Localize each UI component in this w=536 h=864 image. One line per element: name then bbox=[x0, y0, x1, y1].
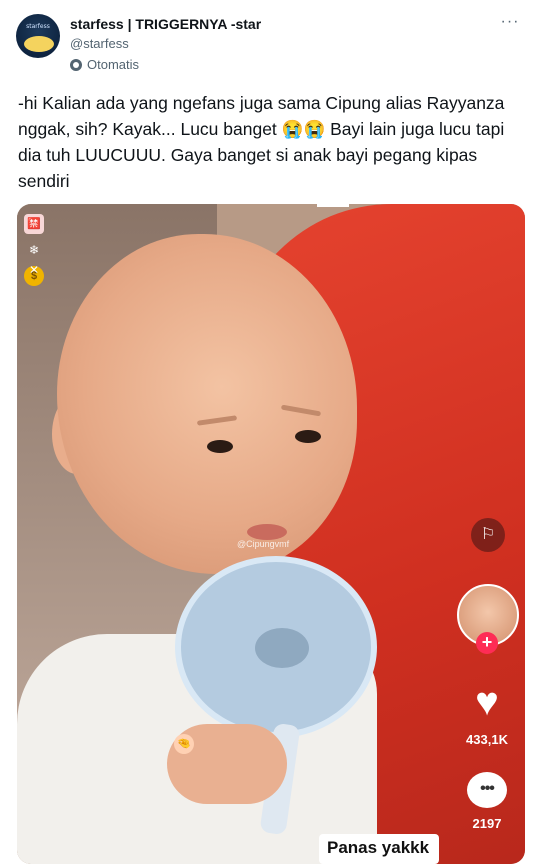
tweet-text: -hi Kalian ada yang ngefans juga sama Ci… bbox=[18, 93, 510, 191]
moon-icon bbox=[24, 36, 54, 52]
flag-icon[interactable]: ⚐ bbox=[471, 518, 505, 552]
auto-translate-icon bbox=[70, 58, 82, 71]
audience-indicator: Otomatis bbox=[70, 57, 139, 72]
tweet-media-video[interactable]: @Cipungvmf 🈲 ❄ ✕ 🤏 $ ⚐ + ♥ 433,1K ••• 21… bbox=[17, 204, 525, 864]
comment-count: 2197 bbox=[472, 816, 502, 831]
heart-icon[interactable]: ♥ bbox=[467, 682, 507, 722]
progress-indicator bbox=[317, 204, 349, 207]
user-handle[interactable]: @starfess bbox=[70, 36, 129, 51]
tweet-header: starfess starfess | TRIGGERNYA -star @st… bbox=[0, 0, 536, 80]
fan-center bbox=[255, 628, 309, 668]
video-watermark: @Cipungvmf bbox=[237, 539, 290, 549]
like-count: 433,1K bbox=[466, 732, 508, 747]
baby-eye-right bbox=[295, 430, 321, 443]
left-sticker-column: 🈲 ❄ ✕ 🤏 $ bbox=[24, 214, 194, 754]
avatar-logo-text: starfess bbox=[26, 23, 50, 30]
sticker-icon: 🈲 bbox=[24, 214, 44, 234]
follow-plus-icon[interactable]: + bbox=[476, 632, 498, 654]
coin-icon: $ bbox=[24, 266, 44, 286]
avatar[interactable]: starfess bbox=[16, 14, 60, 58]
audience-label: Otomatis bbox=[87, 57, 140, 72]
sparkle-close-icon[interactable]: ❄ ✕ bbox=[24, 240, 44, 277]
comment-icon[interactable]: ••• bbox=[467, 772, 507, 808]
baby-eye-left bbox=[207, 440, 233, 453]
hand-icon: 🤏 bbox=[174, 734, 194, 754]
more-options-icon[interactable]: ··· bbox=[498, 12, 522, 32]
display-name[interactable]: starfess | TRIGGERNYA -star bbox=[70, 16, 261, 32]
baby-mouth bbox=[247, 524, 287, 540]
video-caption: Panas yakkk bbox=[319, 834, 440, 864]
